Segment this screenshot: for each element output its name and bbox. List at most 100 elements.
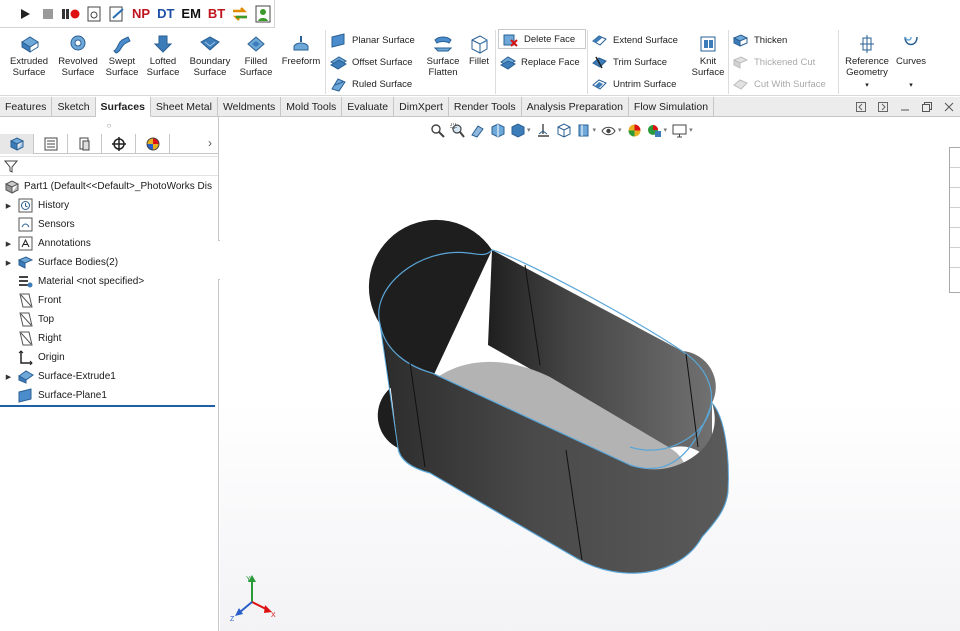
right-icon <box>17 331 34 346</box>
trim-surface-button[interactable]: Trim Surface <box>591 52 667 72</box>
close-icon[interactable] <box>944 102 954 112</box>
expand-arrow-icon[interactable]: ▶ <box>0 373 17 381</box>
extruded-surface-button[interactable]: Extruded Surface <box>6 34 52 92</box>
tree-item-front[interactable]: Front <box>0 291 218 310</box>
tab-flow-simulation[interactable]: Flow Simulation <box>629 97 715 117</box>
tab-render-tools[interactable]: Render Tools <box>449 97 522 117</box>
property-manager-tab[interactable] <box>34 133 68 154</box>
tree-item-surface-extrude1[interactable]: ▶ Surface-Extrude1 <box>0 367 218 386</box>
tree-item-right[interactable]: Right <box>0 329 218 348</box>
tab-weldments[interactable]: Weldments <box>218 97 282 117</box>
restore-icon[interactable] <box>922 102 932 112</box>
part-icon <box>4 180 20 194</box>
extruded-surface-label-1: Extruded <box>9 56 49 67</box>
tree-item-history[interactable]: ▶ History <box>0 196 218 215</box>
tab-sketch[interactable]: Sketch <box>52 97 96 117</box>
thicken-icon <box>732 33 749 47</box>
pane-right-icon[interactable] <box>878 102 888 112</box>
reference-geometry-icon <box>860 35 874 53</box>
reference-geometry-dropdown-icon[interactable]: ▾ <box>865 80 869 91</box>
tab-sheet-metal[interactable]: Sheet Metal <box>151 97 218 117</box>
curves-label: Curves <box>895 56 927 67</box>
record-macro-icon[interactable] <box>62 4 80 24</box>
tab-analysis-preparation[interactable]: Analysis Preparation <box>522 97 629 117</box>
front-icon <box>17 293 34 308</box>
fillet-button[interactable]: Fillet <box>464 34 494 92</box>
play-macro-icon[interactable] <box>16 4 34 24</box>
tree-item-label: Surface Bodies(2) <box>38 257 119 268</box>
new-macro-icon[interactable] <box>85 4 103 24</box>
ribbon-separator <box>728 30 729 94</box>
minimize-icon[interactable] <box>900 102 910 112</box>
panel-grip-icon[interactable]: ○ <box>0 117 218 134</box>
tree-item-surface-plane1[interactable]: Surface-Plane1 <box>0 386 218 405</box>
knit-surface-button[interactable]: Knit Surface <box>690 34 726 92</box>
tree-item-origin[interactable]: Origin <box>0 348 218 367</box>
boundary-surface-button[interactable]: Boundary Surface <box>186 34 234 92</box>
surface-flatten-button[interactable]: Surface Flatten <box>424 34 462 92</box>
feature-manager-tab[interactable] <box>0 133 34 154</box>
expand-arrow-icon[interactable]: ▶ <box>0 259 17 267</box>
fillet-label: Fillet <box>468 56 490 67</box>
tab-mold-tools[interactable]: Mold Tools <box>281 97 343 117</box>
configuration-manager-tab[interactable] <box>68 133 102 154</box>
user-macro-icon[interactable] <box>254 4 272 24</box>
curves-button[interactable]: Curves ▾ <box>893 34 929 92</box>
replace-face-button[interactable]: Replace Face <box>499 52 580 72</box>
ruled-surface-button[interactable]: Ruled Surface <box>330 74 412 94</box>
thickened-cut-button: Thickened Cut <box>732 52 815 72</box>
rollback-bar[interactable] <box>0 405 215 407</box>
thicken-button[interactable]: Thicken <box>732 30 787 50</box>
reference-geometry-button[interactable]: Reference Geometry ▾ <box>843 34 891 92</box>
extend-surface-button[interactable]: Extend Surface <box>591 30 678 50</box>
expand-arrow-icon[interactable]: ▶ <box>0 202 17 210</box>
window-controls <box>850 97 960 117</box>
em-macro-button[interactable]: EM <box>180 4 202 24</box>
offset-surface-button[interactable]: Offset Surface <box>330 52 413 72</box>
filled-surface-button[interactable]: Filled Surface <box>236 34 276 92</box>
stop-macro-icon[interactable] <box>39 4 57 24</box>
tab-surfaces[interactable]: Surfaces <box>95 97 151 117</box>
tree-filter[interactable] <box>0 156 218 176</box>
freeform-button[interactable]: Freeform <box>279 34 323 92</box>
tree-item-surface-bodies-2[interactable]: ▶ Surface Bodies(2) <box>0 253 218 272</box>
tab-evaluate[interactable]: Evaluate <box>342 97 395 117</box>
graphics-area[interactable]: ▾ ▾ ▾ ▾ ▾ Y X Z <box>220 117 960 631</box>
np-macro-button[interactable]: NP <box>131 4 151 24</box>
knit-surface-label-2: Surface <box>691 67 725 78</box>
display-manager-tab[interactable] <box>136 133 170 154</box>
delete-face-button[interactable]: Delete Face <box>498 29 586 49</box>
dimxpert-manager-tab[interactable] <box>102 133 136 154</box>
untrim-surface-button[interactable]: Untrim Surface <box>591 74 676 94</box>
dt-macro-button[interactable]: DT <box>156 4 175 24</box>
curves-dropdown-icon[interactable]: ▾ <box>909 80 913 91</box>
lofted-surface-label-1: Lofted <box>149 56 177 67</box>
surface-body-model[interactable] <box>220 117 960 631</box>
tab-features[interactable]: Features <box>0 97 53 117</box>
freeform-icon <box>293 36 309 51</box>
tree-item-sensors[interactable]: Sensors <box>0 215 218 234</box>
replace-face-icon <box>499 55 516 70</box>
revolved-surface-icon <box>70 35 86 51</box>
sensors-icon <box>17 217 34 232</box>
tree-item-material-not-specified[interactable]: Material <not specified> <box>0 272 218 291</box>
knit-surface-icon <box>700 36 716 52</box>
tree-item-annotations[interactable]: ▶ Annotations <box>0 234 218 253</box>
edit-macro-icon[interactable] <box>108 4 126 24</box>
expand-arrow-icon[interactable]: ▶ <box>0 240 17 248</box>
tree-item-top[interactable]: Top <box>0 310 218 329</box>
pane-left-icon[interactable] <box>856 102 866 112</box>
tree-item-label: Sensors <box>38 219 75 230</box>
swept-surface-button[interactable]: Swept Surface <box>102 34 142 92</box>
lofted-surface-button[interactable]: Lofted Surface <box>143 34 183 92</box>
revolved-surface-button[interactable]: Revolved Surface <box>55 34 101 92</box>
planar-surface-button[interactable]: Planar Surface <box>330 30 415 50</box>
chevron-right-icon[interactable]: › <box>208 136 212 150</box>
swap-arrows-icon[interactable] <box>231 4 249 24</box>
bt-macro-button[interactable]: BT <box>207 4 226 24</box>
fillet-icon <box>471 35 488 54</box>
configuration-icon <box>79 137 89 150</box>
tab-dimxpert[interactable]: DimXpert <box>394 97 449 117</box>
triad-y-label: Y <box>246 576 251 583</box>
part-root-node[interactable]: Part1 (Default<<Default>_PhotoWorks Dis <box>0 177 218 196</box>
